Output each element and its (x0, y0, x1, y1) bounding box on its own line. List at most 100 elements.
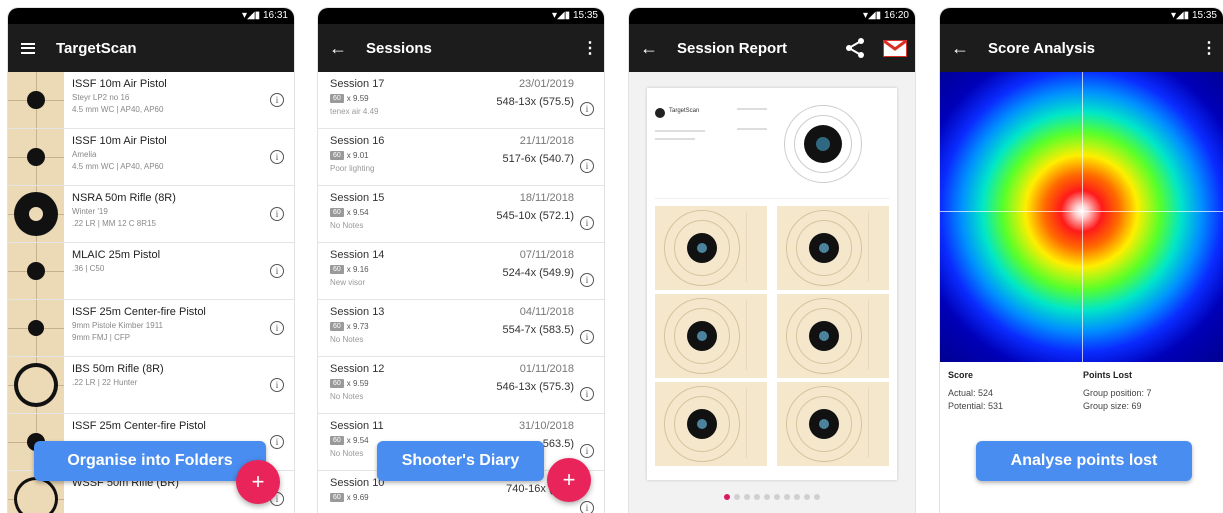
folder-item[interactable]: ISSF 10m Air Pistol Steyr LP2 no 16 4.5 … (8, 72, 294, 129)
status-bar: ▾◢▮ 16:31 (8, 8, 294, 24)
session-item[interactable]: Session 17 60 x 9.59 tenex air 4.49 23/0… (318, 72, 604, 129)
session-date: 18/11/2018 (519, 192, 574, 204)
shot-count-badge: 60 (330, 322, 344, 331)
report-line (737, 128, 767, 130)
share-icon (846, 38, 864, 58)
app-bar: TargetScan (8, 24, 294, 72)
status-time: 16:31 (262, 10, 288, 21)
status-bar: ▾◢▮ 15:35 (318, 8, 604, 24)
report-target (777, 294, 889, 378)
report-logo: TargetScan (669, 108, 700, 114)
session-average: x 9.16 (346, 265, 369, 274)
folder-name: ISSF 10m Air Pistol (72, 78, 167, 90)
report-page: TargetScan (647, 88, 897, 480)
phone-sessions: ▾◢▮ 15:35 ← Sessions ⋮ Session 17 60 x 9… (318, 8, 604, 513)
targetscan-logo-icon (655, 108, 665, 118)
status-bar: ▾◢▮ 16:20 (629, 8, 915, 24)
session-item[interactable]: Session 12 60 x 9.59 No Notes 01/11/2018… (318, 357, 604, 414)
info-icon[interactable]: i (580, 444, 594, 458)
back-icon[interactable]: ← (629, 38, 669, 59)
report-divider (655, 198, 889, 199)
report-line (737, 108, 767, 110)
session-average: x 9.59 (346, 94, 369, 103)
back-icon[interactable]: ← (318, 38, 358, 59)
folder-item[interactable]: ISSF 25m Center-fire Pistol 9mm Pistole … (8, 300, 294, 357)
crosshair-vertical (1081, 72, 1083, 362)
score-actual: Actual: 524 (948, 388, 994, 398)
info-icon[interactable]: i (580, 216, 594, 230)
shot-count-badge: 60 (330, 379, 344, 388)
email-button[interactable] (875, 24, 915, 72)
session-score: 554-7x (583.5) (502, 324, 574, 336)
session-item[interactable]: Session 16 60 x 9.01 Poor lighting 21/11… (318, 129, 604, 186)
session-score: 524-4x (549.9) (502, 267, 574, 279)
target-thumbnail (8, 72, 64, 128)
session-item[interactable]: Session 14 60 x 9.16 New visor 07/11/201… (318, 243, 604, 300)
report-target (777, 206, 889, 290)
add-folder-button[interactable]: + (236, 460, 280, 504)
info-icon[interactable]: i (270, 207, 284, 221)
session-score: 517-6x (540.7) (502, 153, 574, 165)
add-session-button[interactable]: + (547, 458, 591, 502)
info-icon[interactable]: i (270, 150, 284, 164)
session-item[interactable]: Session 13 60 x 9.73 No Notes 04/11/2018… (318, 300, 604, 357)
folder-item[interactable]: MLAIC 25m Pistol .36 | C50 i (8, 243, 294, 300)
folder-details: 4.5 mm WC | AP40, AP60 (72, 162, 164, 171)
report-target (655, 382, 767, 466)
info-icon[interactable]: i (270, 321, 284, 335)
folder-name: MLAIC 25m Pistol (72, 249, 161, 261)
overflow-menu-icon[interactable]: ⋮ (576, 38, 604, 58)
target-thumbnail (8, 300, 64, 356)
folder-item[interactable]: IBS 50m Rifle (8R) .22 LR | 22 Hunter i (8, 357, 294, 414)
menu-button[interactable] (8, 38, 48, 59)
session-score: 546-13x (575.3) (496, 381, 574, 393)
target-thumbnail (8, 186, 64, 242)
report-line (655, 130, 705, 132)
info-icon[interactable]: i (580, 501, 594, 513)
session-note: No Notes (330, 335, 364, 344)
caption-organise: Organise into Folders (34, 441, 266, 481)
share-button[interactable] (835, 24, 875, 72)
score-heading: Score (948, 370, 974, 380)
app-bar: ← Sessions ⋮ (318, 24, 604, 72)
info-icon[interactable]: i (270, 378, 284, 392)
folder-item[interactable]: ISSF 10m Air Pistol Amelia 4.5 mm WC | A… (8, 129, 294, 186)
info-icon[interactable]: i (580, 159, 594, 173)
shot-count-badge: 60 (330, 265, 344, 274)
score-potential: Potential: 531 (948, 401, 1004, 411)
folder-subtitle: Amelia (72, 150, 97, 159)
info-icon[interactable]: i (580, 387, 594, 401)
info-icon[interactable]: i (580, 330, 594, 344)
session-score: 548-13x (575.5) (496, 96, 574, 108)
shot-count-badge: 60 (330, 151, 344, 160)
info-icon[interactable]: i (270, 264, 284, 278)
info-icon[interactable]: i (580, 273, 594, 287)
shot-count-badge: 60 (330, 208, 344, 217)
target-thumbnail (8, 129, 64, 185)
session-note: Poor lighting (330, 164, 375, 173)
session-note: New visor (330, 278, 366, 287)
back-icon[interactable]: ← (940, 38, 980, 59)
shot-count-badge: 60 (330, 94, 344, 103)
report-target (655, 206, 767, 290)
folder-details: .36 | C50 (72, 264, 105, 273)
status-time: 15:35 (1191, 10, 1217, 21)
app-bar: ← Session Report (629, 24, 915, 72)
session-item[interactable]: Session 15 60 x 9.54 No Notes 18/11/2018… (318, 186, 604, 243)
status-time: 16:20 (883, 10, 909, 21)
info-icon[interactable]: i (580, 102, 594, 116)
session-date: 04/11/2018 (519, 306, 574, 318)
caption-analyse: Analyse points lost (976, 441, 1192, 481)
session-average: x 9.69 (346, 493, 369, 502)
session-score: 545-10x (572.1) (496, 210, 574, 222)
report-line (655, 138, 695, 140)
info-icon[interactable]: i (270, 93, 284, 107)
summary-target (777, 98, 869, 190)
folder-subtitle: 9mm Pistole Kimber 1911 (72, 321, 163, 330)
folder-item[interactable]: NSRA 50m Rifle (8R) Winter '19 .22 LR | … (8, 186, 294, 243)
overflow-menu-icon[interactable]: ⋮ (1195, 38, 1223, 58)
info-icon[interactable]: i (270, 435, 284, 449)
session-average: x 9.73 (346, 322, 369, 331)
session-date: 07/11/2018 (519, 249, 574, 261)
app-title: TargetScan (56, 39, 137, 57)
